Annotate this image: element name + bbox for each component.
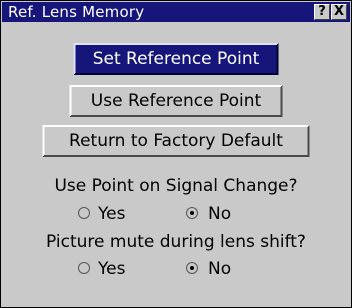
close-button[interactable]: X <box>331 4 347 20</box>
signal-change-options: Yes No <box>1 205 351 227</box>
picture-mute-yes-label[interactable]: Yes <box>98 260 125 278</box>
set-reference-point-button[interactable]: Set Reference Point <box>73 43 279 75</box>
signal-change-yes-label[interactable]: Yes <box>98 205 125 223</box>
title-bar: Ref. Lens Memory ? X <box>2 2 350 22</box>
picture-mute-yes-radio[interactable] <box>78 262 90 274</box>
picture-mute-options: Yes No <box>1 260 351 282</box>
close-icon: X <box>333 4 345 19</box>
picture-mute-question: Picture mute during lens shift? <box>46 232 306 252</box>
help-button[interactable]: ? <box>314 4 330 20</box>
return-to-factory-default-button[interactable]: Return to Factory Default <box>42 125 310 157</box>
signal-change-no-label[interactable]: No <box>208 205 231 223</box>
picture-mute-no-radio[interactable] <box>186 262 198 274</box>
dialog-title: Ref. Lens Memory <box>8 3 145 21</box>
picture-mute-no-label[interactable]: No <box>208 260 231 278</box>
lens-memory-dialog: Ref. Lens Memory ? X Set Reference Point… <box>0 0 352 308</box>
help-icon: ? <box>318 4 326 19</box>
signal-change-question: Use Point on Signal Change? <box>54 176 298 196</box>
use-reference-point-button[interactable]: Use Reference Point <box>69 85 283 117</box>
signal-change-no-radio[interactable] <box>186 207 198 219</box>
signal-change-yes-radio[interactable] <box>78 207 90 219</box>
